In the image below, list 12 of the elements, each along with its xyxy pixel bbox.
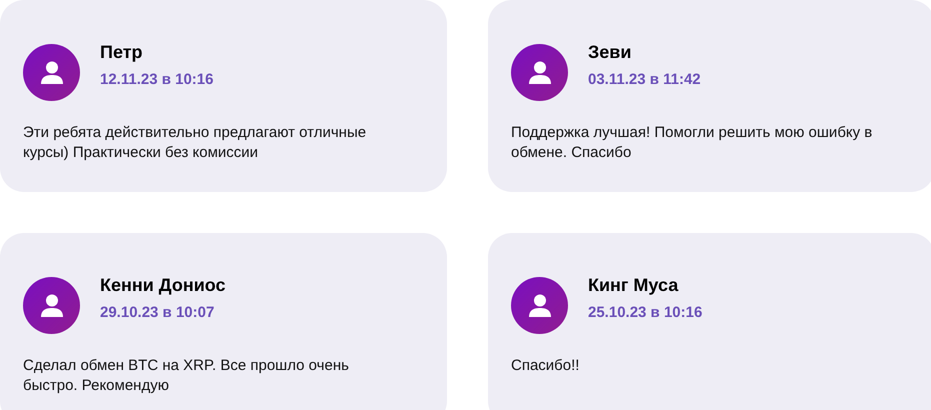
reviewer-name: Кенни Дониос [100,274,226,296]
review-date: 25.10.23 в 10:16 [588,303,702,323]
review-date: 03.11.23 в 11:42 [588,70,701,90]
reviewer-name: Кинг Муса [588,274,680,296]
review-date: 12.11.23 в 10:16 [100,70,214,90]
review-text: Эти ребята действительно предлагают отличные курсы) Практически без комиссии [23,123,368,163]
review-text: Спасибо!! [511,356,580,376]
review-date: 29.10.23 в 10:07 [100,303,216,323]
reviewer-name: Зеви [588,41,632,63]
review-text: Сделал обмен BTC на XRP. Все прошло очень быстро. Рекомендую [23,356,350,396]
review-text: Поддержка лучшая! Помогли решить мою ошибку в обмене. Спасибо [511,123,874,163]
reviewer-name: Петр [100,41,144,63]
